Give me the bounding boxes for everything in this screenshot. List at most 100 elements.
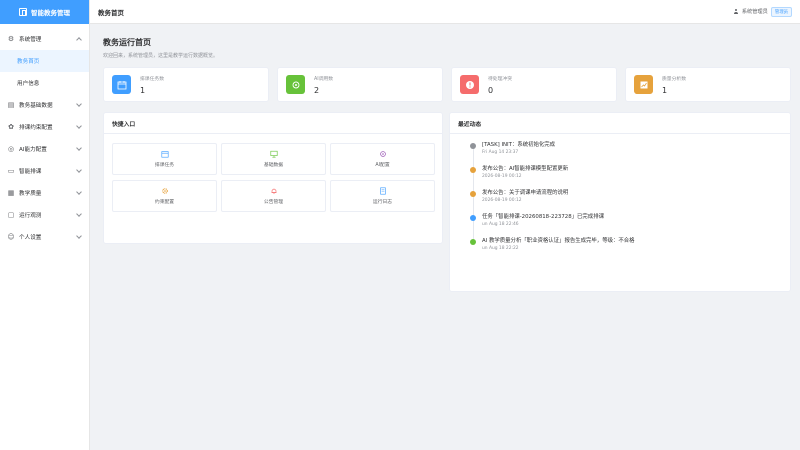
timeline-item: 发布公告：AI智能排课模型配置更新 2026-08-19 00:12 [470,165,780,189]
ai-icon [379,151,386,157]
gear-icon: ⚙ [7,35,15,43]
chevron-down-icon [76,123,82,129]
quick-entry-label: 基础数据 [263,163,284,168]
document-icon [379,187,386,195]
quick-entry-notice[interactable]: 公告管理 [221,180,326,212]
calendar-icon [112,75,131,94]
timeline-item: 任务「智能排课-20260818-223728」已完成排课 un Aug 18 … [470,213,780,237]
main-content: 教务运行首页 欢迎回来，系统管理员，这里是教学运行数据概览。 排课任务数 1 A… [90,24,800,450]
user-icon [734,9,739,14]
schedule-icon: ▭ [7,167,15,175]
quick-entry-schedule-task[interactable]: 排课任务 [112,143,217,175]
timeline-time: 2026-08-19 00:12 [482,198,522,203]
sidebar-item-personal[interactable]: ☺ 个人设置 [0,226,89,248]
bell-icon [271,188,276,195]
chevron-down-icon [76,211,82,217]
document-icon: ▤ [7,101,15,109]
timeline-item: [TASK] INIT：系统初始化完成 Fri Aug 14 23:37 [470,141,780,165]
timeline-time: un Aug 18 22:22 [482,246,519,251]
panel-title: 快捷入口 [104,113,442,134]
stat-value: 1 [662,85,668,95]
monitor-icon: ▢ [7,211,15,219]
topbar: 教务首页 系统管理员 管理员 [90,0,800,24]
sidebar-item-ai-config[interactable]: ◎ AI能力配置 [0,138,89,160]
timeline-dot [470,215,476,221]
quick-entry-label: 约束配置 [154,200,175,205]
sidebar-item-constraints[interactable]: ✿ 排课约束配置 [0,116,89,138]
quick-entry-label: 公告管理 [263,200,284,205]
monitor-icon [269,150,278,158]
quick-entry-ai-config[interactable]: AI配置 [330,143,435,175]
page-breadcrumb: 教务首页 [98,8,124,17]
quick-entry-basic-data[interactable]: 基础数据 [221,143,326,175]
sidebar-item-monitor[interactable]: ▢ 运行观测 [0,204,89,226]
sidebar-menu: ⚙ 系统管理 教务首页 用户信息 ▤ 教务基础数据 ✿ 排课约束配置 ◎ AI能… [0,24,89,248]
stat-label: 排课任务数 [140,76,164,82]
quick-entry-constraints[interactable]: 约束配置 [112,180,217,212]
settings-icon: ✿ [8,123,14,131]
ai-icon: ◎ [7,145,15,153]
stat-value: 1 [140,85,146,95]
timeline-item: AI 教学质量分析「职业资格认证」报告生成完毕，等级：不合格 un Aug 18… [470,237,780,261]
chevron-down-icon [76,145,82,151]
stat-value: 2 [314,85,320,95]
stat-card-ai-calls: AI调用数 2 [277,67,443,102]
chevron-down-icon [76,189,82,195]
sidebar-item-label: AI能力配置 [19,147,47,153]
sidebar-item-label: 排课约束配置 [19,125,53,131]
timeline-text: 任务「智能排课-20260818-223728」已完成排课 [482,214,604,220]
stat-label: 待处理冲突 [488,76,512,82]
timeline-text: 发布公告：AI智能排课模型配置更新 [482,166,569,172]
user-icon: ☺ [7,233,15,241]
stat-card-tasks: 排课任务数 1 [103,67,269,102]
timeline-dot [470,143,476,149]
chevron-up-icon [76,37,82,43]
chart-icon [634,75,653,94]
sidebar-item-quality[interactable]: ▦ 教学质量 [0,182,89,204]
quality-icon: ▦ [7,189,15,197]
alert-icon [460,75,479,94]
stat-label: AI调用数 [314,76,334,82]
quick-entry-run-log[interactable]: 运行日志 [330,180,435,212]
timeline-dot [470,239,476,245]
stat-value: 0 [488,85,494,95]
stats-row: 排课任务数 1 AI调用数 2 待处理冲突 0 质量分析数 1 [103,67,791,102]
sidebar-item-label: 个人设置 [19,235,42,241]
brand-title: 智能教务管理 [31,9,70,17]
username: 系统管理员 [741,9,768,15]
chevron-down-icon [76,167,82,173]
panel-title: 最近动态 [450,113,790,134]
timeline-item: 发布公告：关于调课申请流程的说明 2026-08-19 00:12 [470,189,780,213]
sidebar-item-system[interactable]: ⚙ 系统管理 [0,28,89,50]
calendar-icon [160,151,169,158]
quick-entry-label: 运行日志 [372,200,393,205]
role-badge: 管理员 [770,6,792,17]
timeline-dot [470,191,476,197]
sidebar: 智能教务管理 ⚙ 系统管理 教务首页 用户信息 ▤ 教务基础数据 ✿ 排课约束配… [0,0,90,450]
logo-icon [19,8,27,16]
timeline-time: 2026-08-19 00:12 [482,174,522,179]
sidebar-item-label: 系统管理 [19,37,42,43]
sidebar-item-label: 教务基础数据 [19,103,53,109]
sidebar-subitem-home[interactable]: 教务首页 [0,50,89,72]
sidebar-item-label: 教学质量 [19,191,42,197]
sidebar-item-label: 智能排课 [19,169,42,175]
sidebar-item-label: 运行观测 [19,213,42,219]
sidebar-item-smart-schedule[interactable]: ▭ 智能排课 [0,160,89,182]
activity-timeline: [TASK] INIT：系统初始化完成 Fri Aug 14 23:37 发布公… [470,141,780,261]
quick-entry-label: AI配置 [375,163,390,168]
sidebar-subitem-user-info[interactable]: 用户信息 [0,72,89,94]
quick-entry-label: 排课任务 [154,163,175,168]
timeline-text: AI 教学质量分析「职业资格认证」报告生成完毕，等级：不合格 [482,238,635,244]
brand-header[interactable]: 智能教务管理 [0,0,89,24]
timeline-time: un Aug 18 22:46 [482,222,519,227]
gear-icon [161,188,168,194]
recent-activity-panel: 最近动态 [TASK] INIT：系统初始化完成 Fri Aug 14 23:3… [449,112,791,292]
timeline-text: [TASK] INIT：系统初始化完成 [482,142,556,148]
user-menu[interactable]: 系统管理员 管理员 [734,6,792,17]
timeline-time: Fri Aug 14 23:37 [482,150,519,155]
sidebar-item-basic-data[interactable]: ▤ 教务基础数据 [0,94,89,116]
timeline-text: 发布公告：关于调课申请流程的说明 [482,190,569,196]
page-subtitle: 欢迎回来，系统管理员，这里是教学运行数据概览。 [103,53,219,59]
chevron-down-icon [76,101,82,107]
